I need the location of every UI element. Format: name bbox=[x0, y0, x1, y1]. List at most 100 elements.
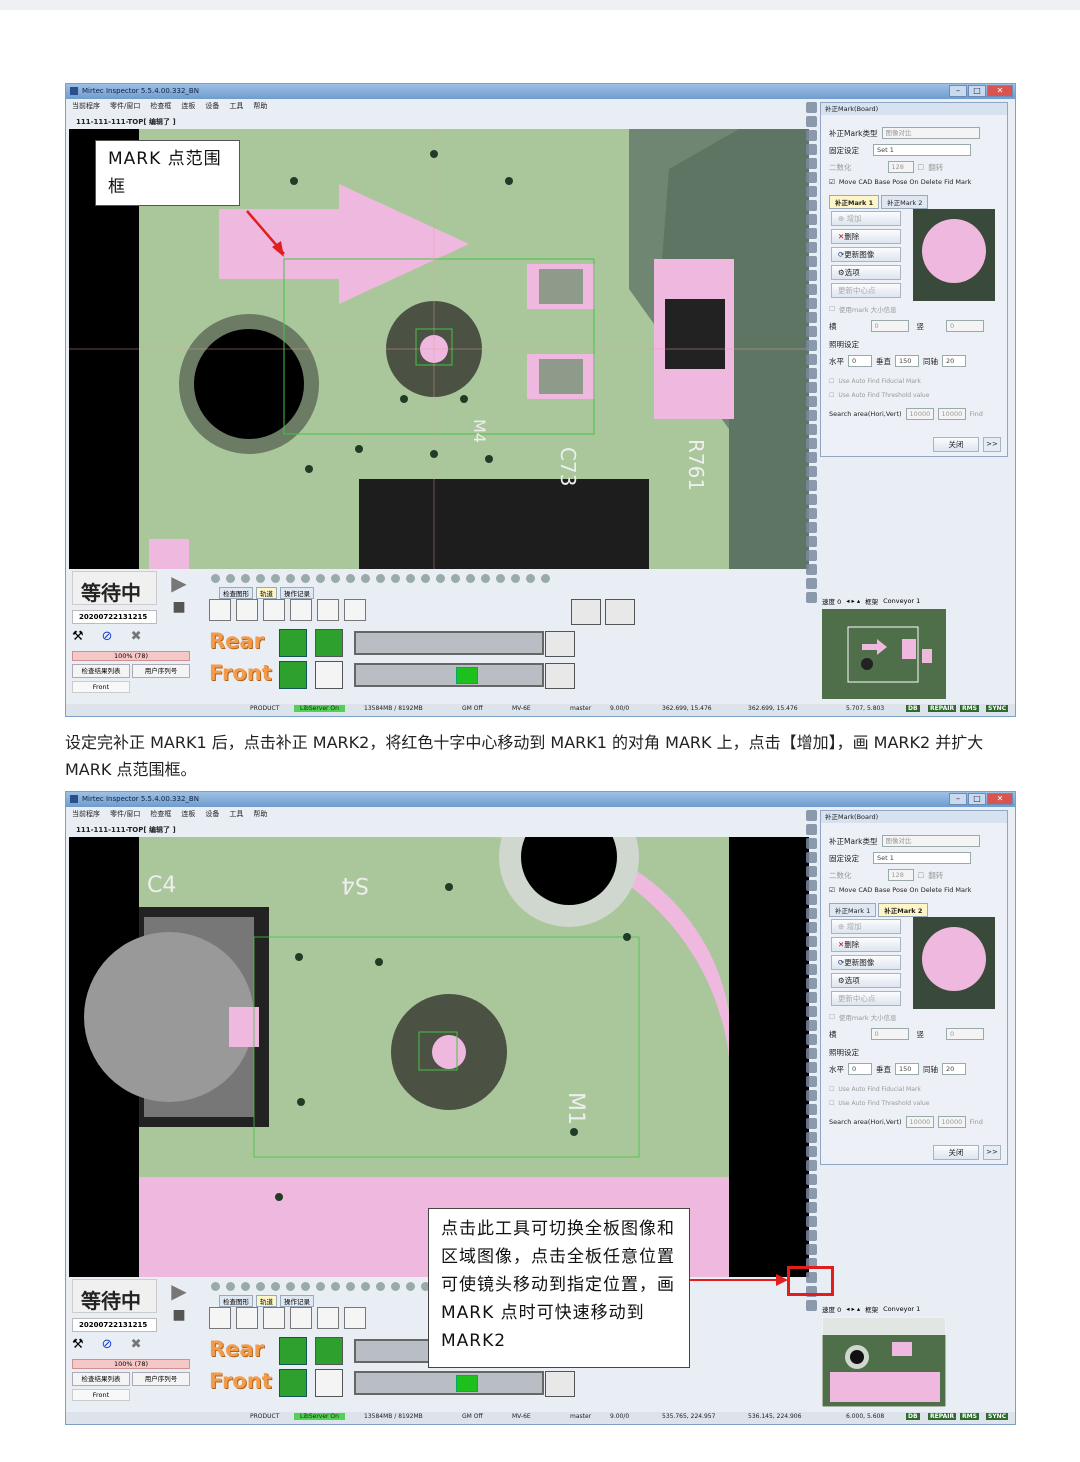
panel-close-button[interactable]: 关闭 bbox=[933, 1145, 979, 1160]
tool-icon[interactable] bbox=[805, 1104, 817, 1115]
tool-icon[interactable] bbox=[805, 340, 817, 351]
quick-tool-icon[interactable] bbox=[541, 573, 550, 583]
search-h-input[interactable]: 10000 bbox=[905, 408, 934, 420]
quick-tool-icon[interactable] bbox=[346, 1281, 355, 1291]
tool-icon[interactable] bbox=[805, 964, 817, 975]
menu-item[interactable]: 当前程序 bbox=[72, 101, 100, 113]
tool-icon[interactable] bbox=[805, 1160, 817, 1171]
prohibit-icon[interactable]: ⊘ bbox=[102, 1337, 113, 1352]
tab-mark-1[interactable]: 补正Mark 1 bbox=[829, 195, 880, 209]
gear-icon[interactable] bbox=[317, 599, 339, 621]
front-exit-arrow[interactable] bbox=[545, 663, 575, 689]
quick-tool-icon[interactable] bbox=[286, 1281, 295, 1291]
vertical-input[interactable]: 150 bbox=[895, 355, 919, 367]
maximize-button[interactable]: □ bbox=[968, 793, 986, 805]
quick-tool-icon[interactable] bbox=[526, 573, 535, 583]
option-button[interactable]: ⚙选项 bbox=[831, 973, 901, 988]
tool-icon[interactable] bbox=[805, 438, 817, 449]
tool-icon[interactable] bbox=[805, 1216, 817, 1227]
new-file-icon[interactable] bbox=[209, 599, 231, 621]
tool-icon[interactable] bbox=[805, 824, 817, 835]
tool-icon[interactable] bbox=[805, 852, 817, 863]
tool-icon[interactable] bbox=[805, 144, 817, 155]
binarize-input[interactable]: 128 bbox=[887, 869, 914, 881]
front-exit-arrow[interactable] bbox=[545, 1371, 575, 1397]
tool-icon[interactable] bbox=[805, 1090, 817, 1101]
quick-tool-icon[interactable] bbox=[346, 573, 355, 583]
tool-icon[interactable] bbox=[805, 186, 817, 197]
tool-icon[interactable] bbox=[805, 214, 817, 225]
maximize-button[interactable]: □ bbox=[968, 85, 986, 97]
tool-icon[interactable] bbox=[805, 382, 817, 393]
arrow-right-button[interactable] bbox=[571, 599, 601, 625]
tool-icon[interactable] bbox=[805, 1118, 817, 1129]
mark-type-select[interactable]: 图像对比 bbox=[881, 127, 980, 139]
play-button[interactable]: ▶ bbox=[165, 571, 193, 595]
tool-wrench-icon[interactable]: ⚒ bbox=[72, 1337, 84, 1352]
tool-icon[interactable] bbox=[805, 1244, 817, 1255]
tool-icon[interactable] bbox=[805, 810, 817, 821]
tool-icon[interactable] bbox=[805, 550, 817, 561]
tool-icon[interactable] bbox=[805, 908, 817, 919]
tool-icon[interactable] bbox=[805, 1034, 817, 1045]
tool-icon[interactable] bbox=[805, 1076, 817, 1087]
quick-tool-icon[interactable] bbox=[241, 1281, 250, 1291]
auto-find-checkbox[interactable]: ☐ bbox=[829, 378, 834, 385]
tab-mark-1[interactable]: 补正Mark 1 bbox=[829, 903, 877, 917]
quick-tool-icon[interactable] bbox=[391, 1281, 400, 1291]
tab-inspect-graphic[interactable]: 检查图形 bbox=[219, 587, 253, 599]
tab-mark-2[interactable]: 补正Mark 2 bbox=[878, 903, 929, 917]
mark-type-select[interactable]: 图像对比 bbox=[881, 835, 980, 847]
quick-tool-icon[interactable] bbox=[211, 573, 220, 583]
quick-tool-icon[interactable] bbox=[361, 1281, 370, 1291]
invert-checkbox[interactable]: ☐ bbox=[918, 163, 925, 172]
download-icon[interactable] bbox=[263, 599, 285, 621]
tab-inspect-graphic[interactable]: 检查图形 bbox=[219, 1295, 253, 1307]
tool-icon[interactable] bbox=[805, 102, 817, 113]
tool-icon[interactable] bbox=[805, 1146, 817, 1157]
tool-icon[interactable] bbox=[805, 1230, 817, 1241]
tool-icon[interactable] bbox=[805, 354, 817, 365]
v-input[interactable]: 0 bbox=[946, 1028, 984, 1040]
tool-icon[interactable] bbox=[805, 578, 817, 589]
update-image-button[interactable]: ⟳更新图像 bbox=[831, 955, 901, 970]
quick-tool-icon[interactable] bbox=[436, 573, 445, 583]
tool-icon[interactable] bbox=[805, 256, 817, 267]
quick-tool-icon[interactable] bbox=[226, 1281, 235, 1291]
menu-item[interactable]: 工具 bbox=[229, 101, 243, 113]
quick-tool-icon[interactable] bbox=[316, 573, 325, 583]
coaxial-input[interactable]: 20 bbox=[942, 355, 966, 367]
stop-button[interactable]: ■ bbox=[169, 1307, 189, 1325]
rear-search-icon[interactable] bbox=[279, 1337, 307, 1365]
tool-icon[interactable] bbox=[805, 592, 817, 603]
nav-controls[interactable]: ◂ ▸ ▴ bbox=[846, 1305, 860, 1313]
menu-item[interactable]: 零件/窗口 bbox=[110, 809, 140, 821]
cross-icon[interactable]: ✖ bbox=[131, 1337, 142, 1352]
tool-icon[interactable] bbox=[805, 200, 817, 211]
quick-tool-icon[interactable] bbox=[406, 573, 415, 583]
auto-thresh-checkbox[interactable]: ☐ bbox=[829, 392, 834, 399]
front-load-button[interactable] bbox=[315, 661, 343, 689]
delete-button[interactable]: ✕删除 bbox=[831, 937, 901, 952]
tool-icon[interactable] bbox=[805, 1020, 817, 1031]
pencil-icon[interactable] bbox=[290, 1307, 312, 1329]
tool-icon[interactable] bbox=[805, 410, 817, 421]
h-input[interactable]: 0 bbox=[870, 1028, 909, 1040]
delete-button[interactable]: ✕删除 bbox=[831, 229, 901, 244]
fixed-set-select[interactable]: Set 1 bbox=[873, 144, 971, 156]
user-icon[interactable] bbox=[344, 1307, 366, 1329]
menu-item[interactable]: 帮助 bbox=[253, 809, 267, 821]
tool-icon[interactable] bbox=[805, 1132, 817, 1143]
menu-item[interactable]: 检查框 bbox=[150, 101, 171, 113]
tool-icon[interactable] bbox=[805, 880, 817, 891]
close-window-button[interactable]: ✕ bbox=[987, 85, 1013, 97]
search-h-input[interactable]: 10000 bbox=[905, 1116, 934, 1128]
quick-tool-icon[interactable] bbox=[271, 1281, 280, 1291]
rear-load-button[interactable] bbox=[315, 1337, 343, 1365]
tool-icon[interactable] bbox=[805, 298, 817, 309]
tool-icon[interactable] bbox=[805, 894, 817, 905]
result-list-button[interactable]: 检查结果列表 bbox=[72, 1372, 130, 1386]
tool-icon[interactable] bbox=[805, 158, 817, 169]
tab-operation-log[interactable]: 操作记录 bbox=[280, 1295, 314, 1307]
tool-icon[interactable] bbox=[805, 172, 817, 183]
